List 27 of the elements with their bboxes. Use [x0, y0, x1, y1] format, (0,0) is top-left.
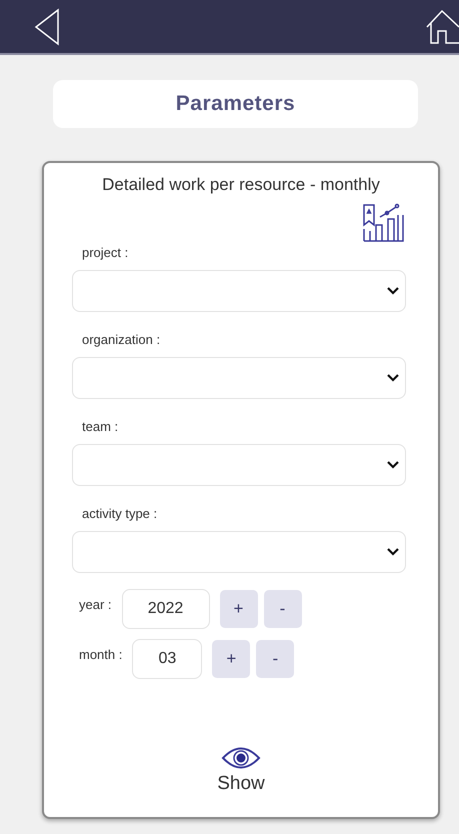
dropdown-field[interactable]: [72, 444, 406, 486]
field-label: team :: [82, 419, 120, 434]
field-label: activity type :: [82, 506, 158, 521]
chart-icon: [362, 203, 404, 243]
increment-button[interactable]: +: [220, 590, 258, 628]
field-label: project :: [82, 245, 130, 260]
show-button[interactable]: Show: [217, 745, 265, 795]
number-field[interactable]: 2022: [122, 589, 210, 629]
chevron-icon: [387, 374, 399, 382]
chevron-icon: [387, 461, 399, 469]
field-label: month :: [79, 647, 122, 662]
number-field[interactable]: 03: [132, 639, 202, 679]
eye-icon: [221, 745, 261, 771]
dropdown-field[interactable]: [72, 357, 406, 399]
decrement-button[interactable]: -: [264, 590, 302, 628]
back-icon[interactable]: [34, 8, 60, 46]
dropdown-field[interactable]: [72, 270, 406, 312]
field-label: organization :: [82, 332, 162, 347]
chevron-icon: [387, 287, 399, 295]
report-title: Detailed work per resource - monthly: [101, 175, 381, 195]
chevron-icon: [387, 548, 399, 556]
increment-button[interactable]: +: [212, 640, 250, 678]
decrement-button[interactable]: -: [256, 640, 294, 678]
home-icon[interactable]: [425, 8, 459, 44]
dropdown-field[interactable]: [72, 531, 406, 573]
page-title: Parameters: [176, 92, 296, 116]
field-label: year :: [79, 597, 112, 612]
